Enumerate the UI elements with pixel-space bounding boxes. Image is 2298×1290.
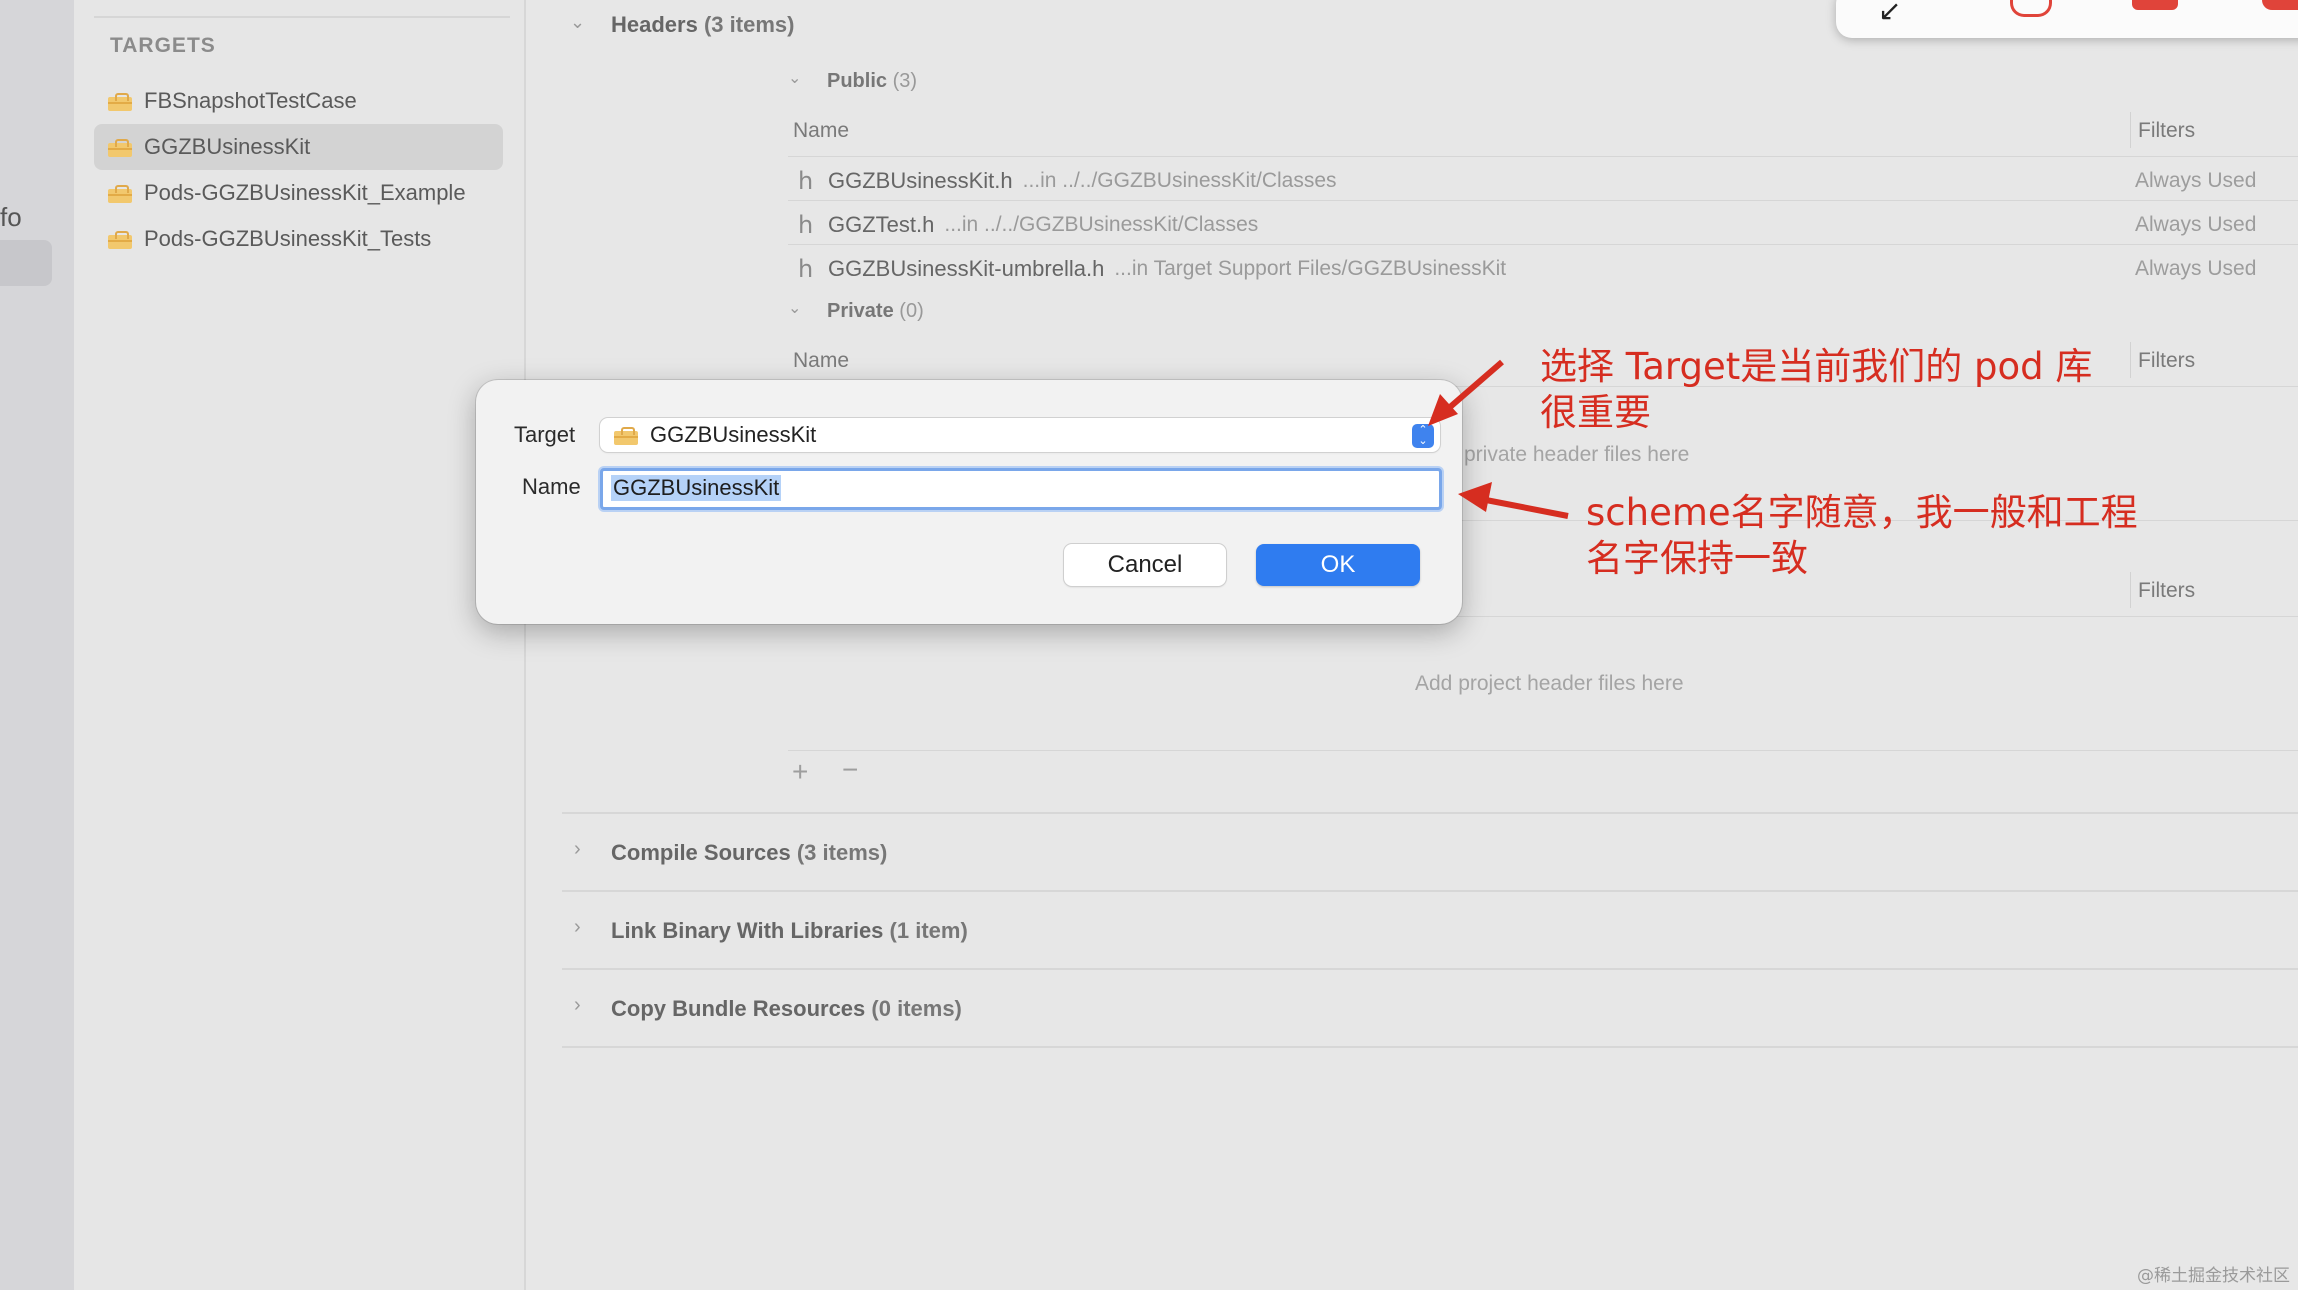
name-annotation-line1: scheme名字随意，我一般和工程 [1586,491,2138,534]
target-annotation-line2: 很重要 [1540,391,1651,434]
name-arrow-line [1485,497,1569,519]
annotation-arrows [1428,359,1569,519]
target-arrow-head [1428,394,1458,426]
name-arrow-head [1458,482,1492,512]
target-annotation: 选择 Target是当前我们的 pod 库 很重要 [1540,344,2092,436]
target-arrow-line [1440,359,1504,417]
target-annotation-line1: 选择 Target是当前我们的 pod 库 [1540,345,2093,388]
name-annotation-line2: 名字保持一致 [1586,537,1808,580]
watermark: @稀土掘金技术社区 [2137,1266,2290,1286]
name-annotation: scheme名字随意，我一般和工程 名字保持一致 [1586,490,2138,582]
